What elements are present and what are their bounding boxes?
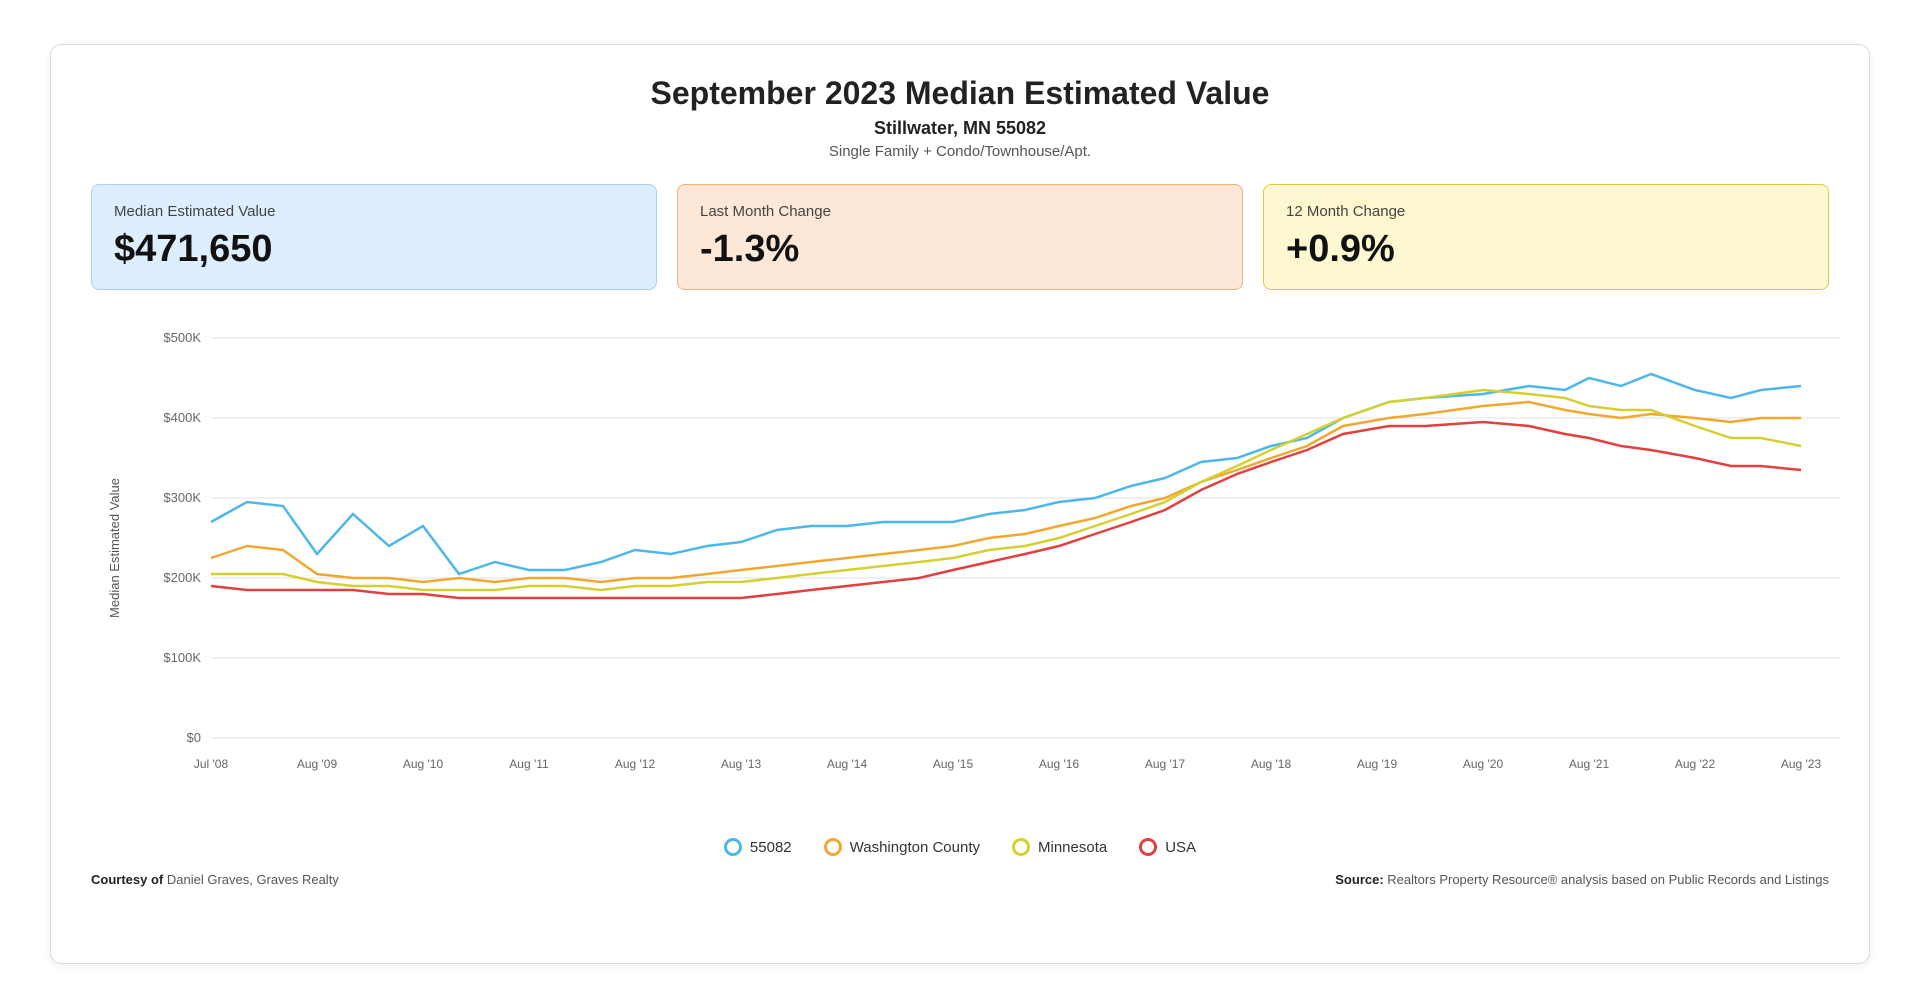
legend-item-washington-county: Washington County (824, 838, 980, 856)
svg-text:Aug '13: Aug '13 (721, 757, 762, 771)
subtitle: Stillwater, MN 55082 (91, 118, 1829, 139)
line-55082 (211, 374, 1801, 574)
courtesy-label: Courtesy of (91, 872, 163, 887)
legend-label-55082: 55082 (750, 839, 792, 856)
legend-dot-usa (1139, 838, 1157, 856)
stat-label-12month: 12 Month Change (1286, 203, 1806, 220)
source-text: Realtors Property Resource® analysis bas… (1387, 872, 1829, 887)
stat-box-last-month: Last Month Change -1.3% (677, 184, 1243, 290)
svg-text:Aug '22: Aug '22 (1675, 757, 1716, 771)
svg-text:$0: $0 (187, 730, 201, 745)
legend-item-minnesota: Minnesota (1012, 838, 1107, 856)
source: Source: Realtors Property Resource® anal… (1335, 872, 1829, 887)
legend-label-washington-county: Washington County (850, 839, 980, 856)
report-card: September 2023 Median Estimated Value St… (50, 44, 1870, 964)
legend-item-55082: 55082 (724, 838, 792, 856)
chart-svg: $500K $400K $300K $200K $100K $0 Jul '08… (141, 308, 1861, 828)
svg-text:Aug '16: Aug '16 (1039, 757, 1080, 771)
svg-text:$200K: $200K (163, 570, 201, 585)
page-title: September 2023 Median Estimated Value (91, 75, 1829, 112)
svg-text:Aug '21: Aug '21 (1569, 757, 1610, 771)
svg-text:Aug '19: Aug '19 (1357, 757, 1398, 771)
legend-label-usa: USA (1165, 839, 1196, 856)
stat-box-median-value: Median Estimated Value $471,650 (91, 184, 657, 290)
stat-value-median: $471,650 (114, 228, 634, 271)
legend-item-usa: USA (1139, 838, 1196, 856)
y-axis-label: Median Estimated Value (107, 478, 122, 618)
stat-value-12month: +0.9% (1286, 228, 1806, 271)
courtesy: Courtesy of Daniel Graves, Graves Realty (91, 872, 339, 887)
svg-text:$500K: $500K (163, 330, 201, 345)
footer: Courtesy of Daniel Graves, Graves Realty… (91, 872, 1829, 887)
legend-label-minnesota: Minnesota (1038, 839, 1107, 856)
svg-text:Aug '10: Aug '10 (403, 757, 444, 771)
stat-value-last-month: -1.3% (700, 228, 1220, 271)
svg-text:Aug '11: Aug '11 (509, 757, 549, 771)
svg-text:Aug '20: Aug '20 (1463, 757, 1504, 771)
svg-text:Aug '14: Aug '14 (827, 757, 868, 771)
courtesy-text: Daniel Graves, Graves Realty (167, 872, 339, 887)
svg-text:Aug '23: Aug '23 (1781, 757, 1822, 771)
svg-text:Aug '18: Aug '18 (1251, 757, 1292, 771)
line-washington-county (211, 402, 1801, 582)
stat-label-last-month: Last Month Change (700, 203, 1220, 220)
svg-text:Jul '08: Jul '08 (194, 757, 229, 771)
legend: 55082 Washington County Minnesota USA (91, 838, 1829, 856)
legend-dot-washington-county (824, 838, 842, 856)
svg-text:$100K: $100K (163, 650, 201, 665)
legend-dot-55082 (724, 838, 742, 856)
svg-text:$400K: $400K (163, 410, 201, 425)
svg-text:Aug '09: Aug '09 (297, 757, 338, 771)
svg-text:Aug '15: Aug '15 (933, 757, 974, 771)
svg-text:$300K: $300K (163, 490, 201, 505)
svg-text:Aug '17: Aug '17 (1145, 757, 1186, 771)
source-label: Source: (1335, 872, 1383, 887)
svg-text:Aug '12: Aug '12 (615, 757, 656, 771)
legend-dot-minnesota (1012, 838, 1030, 856)
chart-area: Median Estimated Value $500K $400K $300K… (91, 308, 1829, 828)
header: September 2023 Median Estimated Value St… (91, 75, 1829, 160)
stats-row: Median Estimated Value $471,650 Last Mon… (91, 184, 1829, 290)
stat-box-12month: 12 Month Change +0.9% (1263, 184, 1829, 290)
stat-label-median: Median Estimated Value (114, 203, 634, 220)
line-usa (211, 422, 1801, 598)
description: Single Family + Condo/Townhouse/Apt. (91, 143, 1829, 160)
